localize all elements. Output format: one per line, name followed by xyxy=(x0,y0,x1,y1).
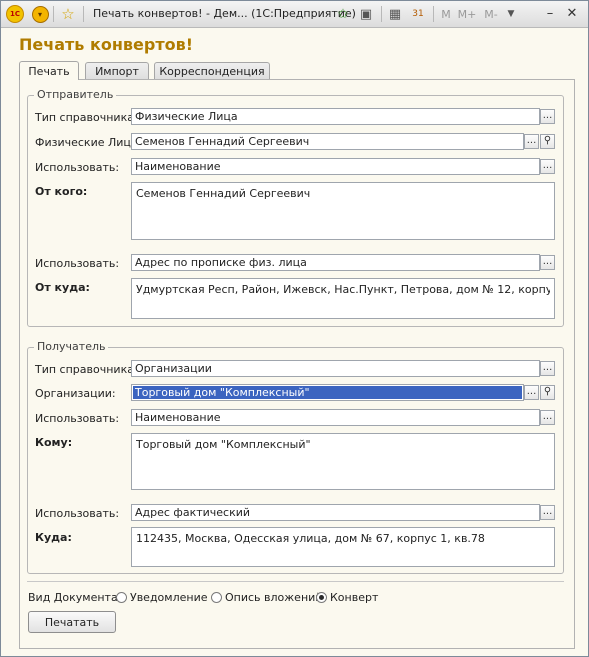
sender-group-title: Отправитель xyxy=(34,88,117,101)
back-icon[interactable]: ▾ xyxy=(31,5,49,23)
recipient-use2-select-button[interactable]: ... xyxy=(540,505,555,520)
sender-use2-field[interactable]: Адрес по прописке физ. лица xyxy=(131,254,540,271)
bookmark-icon[interactable]: ▣ xyxy=(357,5,375,23)
sender-ref-type-field[interactable]: Физические Лица xyxy=(131,108,540,125)
title-bar: 1С ▾ ☆ Печать конвертов! - Дем... (1С:Пр… xyxy=(1,1,588,28)
tab-print[interactable]: Печать xyxy=(19,61,79,80)
recipient-use1-select-button[interactable]: ... xyxy=(540,410,555,425)
divider xyxy=(27,581,564,582)
recipient-org-label: Организации: xyxy=(35,387,116,400)
recipient-group-title: Получатель xyxy=(34,340,109,353)
minimize-icon[interactable]: – xyxy=(542,5,558,21)
tab-import[interactable]: Импорт xyxy=(85,62,149,80)
main-window: 1С ▾ ☆ Печать конвертов! - Дем... (1С:Пр… xyxy=(0,0,589,657)
sender-person-field[interactable]: Семенов Геннадий Сергеевич xyxy=(131,133,524,150)
sender-from-addr-label: От куда: xyxy=(35,281,90,294)
recipient-use2-label: Использовать: xyxy=(35,507,120,520)
radio-inventory[interactable] xyxy=(211,592,222,603)
sender-person-select-button[interactable]: ... xyxy=(524,134,539,149)
recipient-org-field[interactable]: Торговый дом "Комплексный" xyxy=(131,384,524,401)
print-button[interactable]: Печатать xyxy=(28,611,116,633)
recipient-ref-type-label: Тип справочника: xyxy=(35,363,138,376)
recipient-use1-field[interactable]: Наименование xyxy=(131,409,540,426)
sender-use1-label: Использовать: xyxy=(35,161,120,174)
radio-envelope-label[interactable]: Конверт xyxy=(330,591,378,604)
radio-envelope[interactable] xyxy=(316,592,327,603)
window-title: Печать конвертов! - Дем... (1С:Предприят… xyxy=(93,7,356,20)
m-plus-button[interactable]: M+ xyxy=(457,5,477,23)
sender-use1-select-button[interactable]: ... xyxy=(540,159,555,174)
recipient-ref-type-field[interactable]: Организации xyxy=(131,360,540,377)
radio-notification-label[interactable]: Уведомление xyxy=(130,591,208,604)
recipient-to-label: Кому: xyxy=(35,436,73,449)
sender-use2-label: Использовать: xyxy=(35,257,120,270)
sender-use2-select-button[interactable]: ... xyxy=(540,255,555,270)
1c-logo-icon[interactable]: 1С xyxy=(5,5,25,23)
add-favorite-icon[interactable]: ✩ xyxy=(334,5,352,23)
calculator-icon[interactable]: ▦ xyxy=(386,5,404,23)
sender-ref-type-select-button[interactable]: ... xyxy=(540,109,555,124)
recipient-use1-label: Использовать: xyxy=(35,412,120,425)
recipient-to-addr-textarea[interactable]: 112435, Москва, Одесская улица, дом № 67… xyxy=(131,527,555,567)
m-button[interactable]: M xyxy=(439,5,453,23)
calendar-icon[interactable]: 31 xyxy=(409,5,427,23)
sender-from-label: От кого: xyxy=(35,185,88,198)
form-heading: Печать конвертов! xyxy=(19,35,194,54)
recipient-to-textarea[interactable]: Торговый дом "Комплексный" xyxy=(131,433,555,490)
search-icon[interactable]: ⚲ xyxy=(540,134,555,149)
radio-notification[interactable] xyxy=(116,592,127,603)
radio-inventory-label[interactable]: Опись вложений xyxy=(225,591,322,604)
m-minus-button[interactable]: M- xyxy=(481,5,501,23)
search-icon[interactable]: ⚲ xyxy=(540,385,555,400)
sender-ref-type-label: Тип справочника: xyxy=(35,111,138,124)
recipient-ref-type-select-button[interactable]: ... xyxy=(540,361,555,376)
sender-person-label: Физические Лица: xyxy=(35,136,142,149)
sender-from-addr-textarea[interactable]: Удмуртская Респ, Район, Ижевск, Нас.Пунк… xyxy=(131,278,555,319)
recipient-use2-field[interactable]: Адрес фактический xyxy=(131,504,540,521)
sender-use1-field[interactable]: Наименование xyxy=(131,158,540,175)
dropdown-icon[interactable]: ▼ xyxy=(504,5,518,23)
recipient-org-select-button[interactable]: ... xyxy=(524,385,539,400)
tab-correspondence[interactable]: Корреспонденция xyxy=(154,62,270,80)
close-icon[interactable]: ✕ xyxy=(564,5,580,21)
doc-type-label: Вид Документа: xyxy=(28,591,122,604)
sender-from-textarea[interactable]: Семенов Геннадий Сергеевич xyxy=(131,182,555,240)
recipient-to-addr-label: Куда: xyxy=(35,531,72,544)
favorite-star-icon[interactable]: ☆ xyxy=(59,5,77,23)
